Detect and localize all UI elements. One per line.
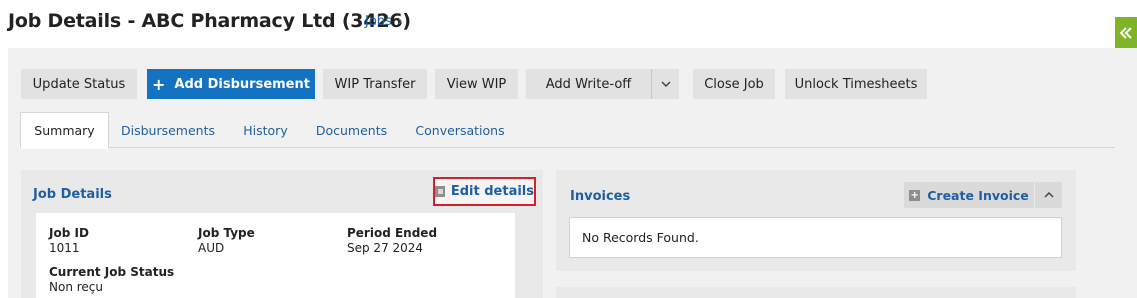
add-disbursement-button[interactable]: + Add Disbursement [147,69,315,99]
update-status-button[interactable]: Update Status [21,69,137,99]
job-status-value: Non reçu [49,280,103,294]
edit-icon [435,186,445,197]
period-ended-label: Period Ended [347,226,438,240]
add-writeoff-dropdown[interactable] [651,69,679,99]
double-chevron-left-svg [1119,27,1132,39]
edit-details-label: Edit details [450,184,534,199]
job-id-value: 1011 [49,241,80,255]
job-id-label: Job ID [49,226,89,240]
chevron-up-icon [1043,192,1054,198]
plus-icon: + [152,74,166,94]
add-writeoff-button[interactable]: Add Write-off [526,69,651,99]
tab-bar: Summary Disbursements History Documents … [20,112,1115,149]
close-job-button[interactable]: Close Job [693,69,775,99]
tab-summary[interactable]: Summary [20,112,109,149]
create-invoice-button[interactable]: + Create Invoice [904,182,1034,208]
view-wip-button[interactable]: View WIP [435,69,518,99]
edit-details-button[interactable]: Edit details [433,177,536,206]
chevron-down-icon [660,81,671,87]
no-records-message: No Records Found. [569,217,1062,258]
tab-documents[interactable]: Documents [314,112,389,148]
double-chevron-left-icon[interactable] [1115,17,1137,49]
next-panel [556,287,1076,298]
tab-disbursements[interactable]: Disbursements [118,112,218,148]
breadcrumb-jobs-link[interactable]: Jobs [365,14,392,29]
period-ended-value: Sep 27 2024 [347,241,424,255]
wip-transfer-button[interactable]: WIP Transfer [323,69,427,99]
chevron-right-icon: › [397,14,403,28]
breadcrumb: Jobs › [365,14,403,29]
add-disbursement-label: Add Disbursement [174,76,310,92]
tab-conversations[interactable]: Conversations [410,112,510,148]
create-invoice-label: Create Invoice [927,187,1029,203]
job-details-card [36,213,515,298]
invoices-title: Invoices [570,189,631,204]
job-status-label: Current Job Status [49,265,175,279]
job-type-value: AUD [198,241,225,255]
collapse-invoices-button[interactable] [1035,182,1062,208]
job-type-label: Job Type [198,226,255,240]
page-title: Job Details - ABC Pharmacy Ltd (3426) [8,10,411,32]
tab-history[interactable]: History [238,112,293,148]
page-header: Job Details - ABC Pharmacy Ltd (3426) Jo… [0,0,1137,48]
plus-square-icon: + [909,189,921,201]
unlock-timesheets-button[interactable]: Unlock Timesheets [785,69,927,99]
job-details-title: Job Details [33,187,112,202]
